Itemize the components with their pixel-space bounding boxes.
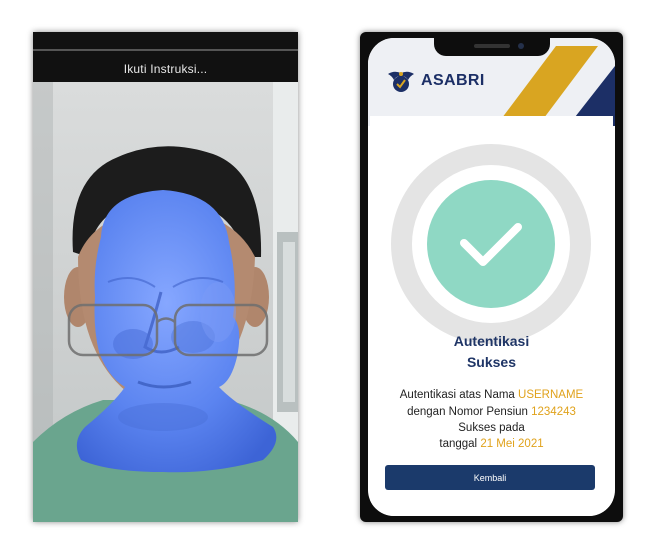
- pension-prefix: dengan Nomor Pensiun: [407, 406, 532, 418]
- status-strip: [33, 49, 298, 51]
- camera-capture-panel: Ikuti Instruksi...: [33, 32, 298, 522]
- asabri-emblem-icon: [388, 71, 414, 92]
- date-line: tanggal 21 Mei 2021: [368, 438, 615, 450]
- auth-name-prefix: Autentikasi atas Nama: [399, 389, 519, 401]
- phone-frame: ASABRI Autentikasi Sukses Autentikasi at…: [360, 32, 623, 522]
- brand: ASABRI: [386, 66, 485, 96]
- speaker-grille: [474, 44, 510, 48]
- front-camera: [518, 43, 524, 49]
- camera-top-bar: Ikuti Instruksi...: [33, 32, 298, 82]
- date-value: 21 Mei 2021: [480, 438, 544, 450]
- back-button[interactable]: Kembali: [385, 465, 595, 490]
- phone-notch: [434, 38, 550, 56]
- camera-feed-image: [33, 82, 298, 522]
- success-check-icon: [391, 144, 591, 344]
- phone-screen: ASABRI Autentikasi Sukses Autentikasi at…: [368, 38, 615, 516]
- username-value: USERNAME: [518, 389, 584, 401]
- pension-number-value: 1234243: [531, 406, 576, 418]
- date-prefix: tanggal: [439, 438, 481, 450]
- brand-name: ASABRI: [421, 72, 485, 89]
- success-title-line2: Sukses: [466, 354, 517, 370]
- instruction-text: Ikuti Instruksi...: [123, 62, 208, 76]
- success-on-line: Sukses pada: [458, 422, 525, 434]
- auth-name-line: Autentikasi atas Nama USERNAME: [368, 389, 615, 401]
- success-title-line1: Autentikasi: [453, 333, 530, 349]
- pension-number-line: dengan Nomor Pensiun 1234243: [368, 406, 615, 418]
